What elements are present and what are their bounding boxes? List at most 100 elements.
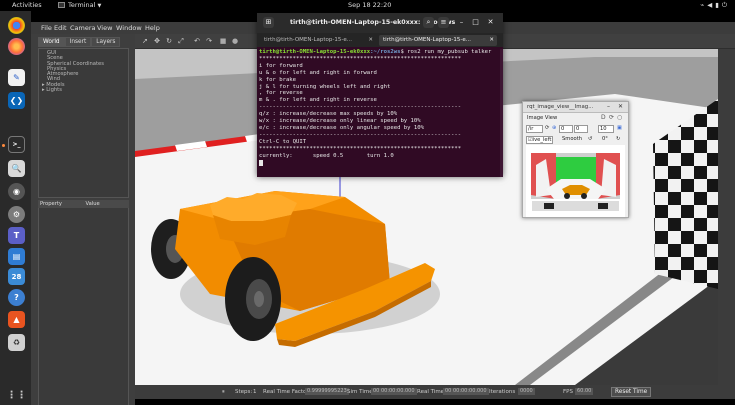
menu-view[interactable]: View xyxy=(97,24,112,32)
output-line: m & . for left and right in reverse xyxy=(259,97,377,104)
rqt-controls-row-1: /ir ⟳ ⊕ 0 0 10 ▣ xyxy=(526,124,626,134)
hamburger-menu-icon[interactable]: ≡ xyxy=(438,17,449,28)
tab-insert[interactable]: Insert xyxy=(64,37,92,47)
translate-icon[interactable]: ✥ xyxy=(153,37,161,45)
battery-icon: ▮ xyxy=(715,1,722,9)
system-tray[interactable]: ⌁◀▮⏻ xyxy=(700,1,730,10)
topic-select[interactable]: /ir xyxy=(526,125,543,133)
camera-image[interactable] xyxy=(526,145,625,217)
terminal-window[interactable]: ⊞ tirth@tirth-OMEN-Laptop-15-ek0xxx: ~/r… xyxy=(257,13,503,177)
app-menu[interactable]: Terminal ▼ xyxy=(58,1,101,9)
rotate-left-icon[interactable]: ↺ xyxy=(588,136,592,142)
settings-icon[interactable]: ⚙ xyxy=(8,206,25,223)
output-line: , for reverse xyxy=(259,90,303,97)
output-line: Ctrl-C to QUIT xyxy=(259,138,307,145)
world-tree: GUI Scene Spherical Coordinates Physics … xyxy=(38,48,129,198)
output-line: ----------------------------------------… xyxy=(259,104,462,111)
sim-time-value: 00 00:00:00.000 xyxy=(371,388,417,395)
close-icon[interactable]: ✕ xyxy=(618,103,623,110)
plugin-title: Image View xyxy=(527,115,558,121)
output-line: k for brake xyxy=(259,76,297,83)
terminal-scrollbar[interactable] xyxy=(500,49,503,177)
smooth-label[interactable]: Smooth xyxy=(562,136,582,142)
tree-item-label: Lights xyxy=(46,87,62,94)
zoom-icon[interactable]: ⊕ xyxy=(552,125,556,131)
output-line: ****************************************… xyxy=(259,55,462,62)
sphere-shape-icon[interactable]: ● xyxy=(231,37,239,45)
minimize-icon[interactable]: – xyxy=(607,103,610,110)
terminal-dock-icon[interactable]: >_ xyxy=(8,136,25,153)
menu-help[interactable]: Help xyxy=(145,24,160,32)
search-icon[interactable]: ⌕ xyxy=(423,17,434,28)
gazebo-status-bar: ⏸ Steps: 1 Real Time Factor: 0.999999952… xyxy=(135,385,735,399)
terminal-output[interactable]: tirth@tirth-OMEN-Laptop-15-ek0xxx:~/ros2… xyxy=(259,49,499,167)
new-tab-icon[interactable]: ⊞ xyxy=(263,17,274,28)
rotate-icon[interactable]: ↻ xyxy=(165,37,173,45)
save-icon[interactable]: ▣ xyxy=(617,125,622,131)
tab-layers[interactable]: Layers xyxy=(91,37,121,47)
undo-icon[interactable]: ↶ xyxy=(193,37,201,45)
show-apps-icon[interactable]: ⋮⋮ xyxy=(7,387,27,404)
chrome-icon[interactable] xyxy=(8,17,25,34)
app-name: Terminal xyxy=(68,1,96,9)
activities-button[interactable]: Activities xyxy=(12,1,42,9)
reload-icon[interactable]: ⟳ xyxy=(609,114,614,121)
camera-image-render xyxy=(526,145,625,217)
help-icon[interactable]: ? xyxy=(8,289,25,306)
maximize-icon[interactable]: □ xyxy=(470,17,481,28)
calendar-icon[interactable]: 28 xyxy=(8,268,25,285)
steps-value[interactable]: 1 xyxy=(253,389,257,395)
tab-world[interactable]: World xyxy=(38,37,65,47)
scale-icon[interactable]: ⤢ xyxy=(177,37,185,45)
publish-checkbox[interactable]: ☑ive_left xyxy=(526,136,553,144)
menu-camera[interactable]: Camera xyxy=(70,24,96,32)
vscode-icon[interactable]: ❮❯ xyxy=(8,92,25,109)
terminal-tab[interactable]: tirth@tirth-OMEN-Laptop-15-e... ✕ xyxy=(260,35,376,46)
tab-close-icon[interactable]: ✕ xyxy=(368,35,373,46)
tab-label: tirth@tirth-OMEN-Laptop-15-e... xyxy=(264,37,352,43)
output-line: ****************************************… xyxy=(259,145,462,152)
rqt-controls-row-2: ☑ive_left Smooth ↺ 0° ↻ xyxy=(526,135,626,145)
refresh-icon[interactable]: ⟳ xyxy=(545,125,549,131)
box-shape-icon[interactable]: ■ xyxy=(219,37,227,45)
rqt-image-view-window[interactable]: rqt_image_view__Imag... – ✕ Image View D… xyxy=(522,101,629,218)
gazebo-icon[interactable]: ◉ xyxy=(8,183,25,200)
reset-time-button[interactable]: Reset Time xyxy=(611,387,652,397)
text-editor-icon[interactable]: ✎ xyxy=(8,69,25,86)
fps-label: FPS xyxy=(563,389,573,395)
terminal-tab-active[interactable]: tirth@tirth-OMEN-Laptop-15-e... ✕ xyxy=(379,35,497,46)
rotate-right-icon[interactable]: ↻ xyxy=(616,136,620,142)
max-field[interactable]: 10 xyxy=(598,125,614,133)
tab-close-icon[interactable]: ✕ xyxy=(489,35,494,46)
fps-value: 60.00 xyxy=(575,388,594,395)
pause-icon[interactable]: ⏸ xyxy=(222,389,225,396)
firefox-icon[interactable] xyxy=(8,38,25,55)
rqt-titlebar[interactable]: rqt_image_view__Imag... – ✕ xyxy=(523,102,628,113)
terminal-titlebar[interactable]: ⊞ tirth@tirth-OMEN-Laptop-15-ek0xxx: ~/r… xyxy=(257,13,503,33)
teams-icon[interactable]: T xyxy=(8,227,25,244)
close-icon[interactable]: ✕ xyxy=(485,17,496,28)
close-icon[interactable]: ○ xyxy=(617,114,622,121)
tree-item-lights[interactable]: ▸ Lights xyxy=(39,87,128,94)
zoom-a-field[interactable]: 0 xyxy=(559,125,573,133)
redo-icon[interactable]: ↷ xyxy=(205,37,213,45)
document-icon[interactable]: ▤ xyxy=(8,248,25,265)
chevron-down-icon: ▼ xyxy=(97,3,102,9)
real-time-value: 00 00:00:00.000 xyxy=(443,388,489,395)
image-viewer-icon[interactable]: 🔍 xyxy=(8,160,25,177)
menu-file[interactable]: File xyxy=(41,24,52,32)
clock[interactable]: Sep 18 22:20 xyxy=(348,1,391,9)
menu-edit[interactable]: Edit xyxy=(54,24,67,32)
command-text: $ ros2 run my_pubsub talker xyxy=(400,49,492,55)
gazebo-right-panel xyxy=(718,49,735,385)
real-time-label: Real Time xyxy=(417,389,445,395)
minimize-icon[interactable]: – xyxy=(456,17,467,28)
panel-tabs: World Insert Layers xyxy=(38,37,121,47)
select-arrow-icon[interactable]: ➚ xyxy=(141,37,149,45)
help-icon[interactable]: D xyxy=(601,114,606,121)
zoom-b-field[interactable]: 0 xyxy=(574,125,588,133)
trash-icon[interactable]: ♻ xyxy=(8,334,25,351)
power-icon: ⏻ xyxy=(721,1,730,9)
menu-window[interactable]: Window xyxy=(116,24,142,32)
software-icon[interactable]: ▲ xyxy=(8,311,25,328)
